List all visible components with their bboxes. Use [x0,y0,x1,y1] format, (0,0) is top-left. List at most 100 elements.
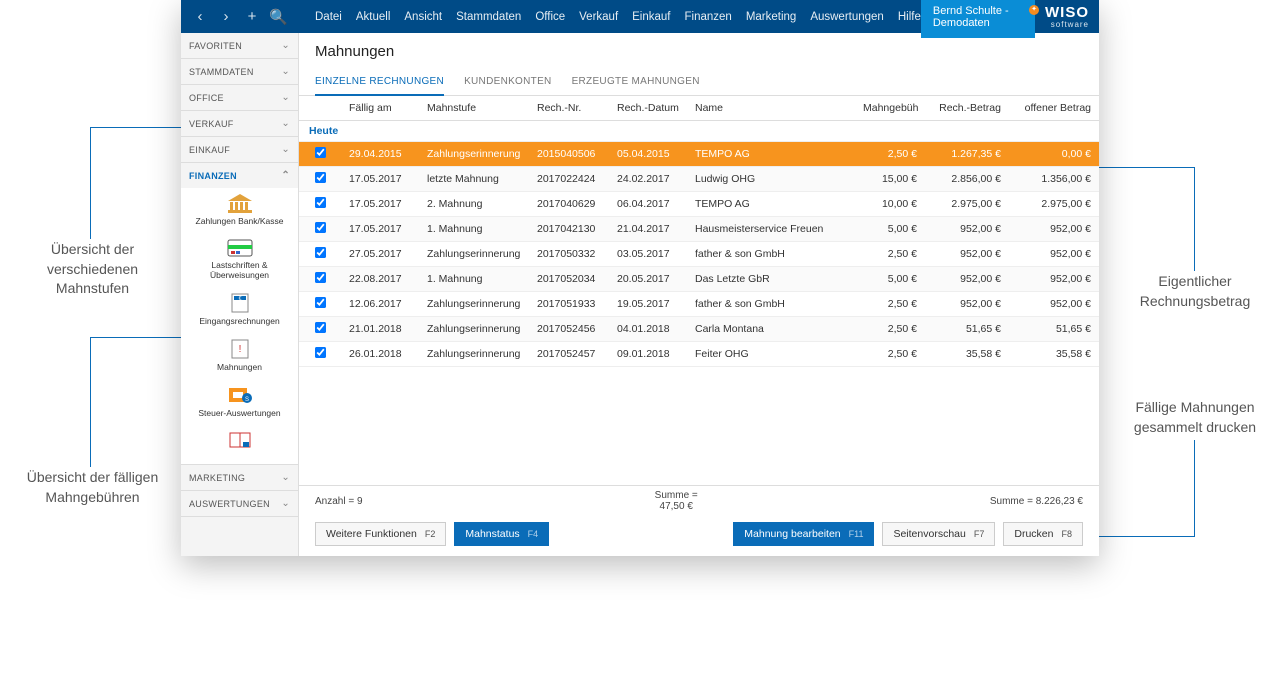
col-rechnr[interactable]: Rech.-Nr. [529,96,609,121]
row-checkbox[interactable] [314,197,325,208]
card-icon [226,238,254,258]
table-row[interactable]: 12.06.2017Zahlungserinnerung201705193319… [299,292,1099,317]
sidebar-item-extra[interactable] [181,426,298,458]
invoice-in-icon: € [228,292,252,314]
col-faellig[interactable]: Fällig am [341,96,419,121]
sidebar-item-lastschriften[interactable]: Lastschriften & Überweisungen [181,234,298,286]
sidebar-group-finanzen[interactable]: FINANZEN⌃ [181,163,298,188]
table-row[interactable]: 26.01.2018Zahlungserinnerung201705245709… [299,342,1099,367]
nav-forward-icon[interactable]: › [217,8,235,26]
sidebar-group-office[interactable]: OFFICE⌄ [181,85,298,110]
chevron-down-icon: ⌄ [281,144,290,155]
col-checkbox[interactable] [299,96,341,121]
sidebar-group-auswertungen[interactable]: AUSWERTUNGEN⌄ [181,491,298,516]
sidebar-group-marketing[interactable]: MARKETING⌄ [181,465,298,490]
tab-kundenkonten[interactable]: KUNDENKONTEN [464,70,552,95]
sidebar-group-verkauf[interactable]: VERKAUF⌄ [181,111,298,136]
svg-text:!: ! [238,344,241,355]
col-mahnstufe[interactable]: Mahnstufe [419,96,529,121]
sidebar-item-steuer[interactable]: S Steuer-Auswertungen [181,380,298,424]
seitenvorschau-button[interactable]: SeitenvorschauF7 [882,522,995,546]
svg-text:S: S [244,397,248,403]
row-checkbox[interactable] [314,297,325,308]
annotation-mahnstufen: Übersicht der verschiedenen Mahnstufen [10,240,175,299]
annotation-mahngebuehren: Übersicht der fälligen Mahngebühren [10,468,175,507]
menu-item[interactable]: Marketing [746,11,797,23]
sidebar-group-einkauf[interactable]: EINKAUF⌄ [181,137,298,162]
bank-icon [226,192,254,214]
sidebar: FAVORITEN⌄ STAMMDATEN⌄ OFFICE⌄ VERKAUF⌄ … [181,33,299,556]
row-checkbox[interactable] [314,222,325,233]
menu-item[interactable]: Stammdaten [456,11,521,23]
app-window: ‹ › + 🔍 Datei Aktuell Ansicht Stammdaten… [181,0,1099,556]
menu-item[interactable]: Ansicht [404,11,442,23]
count-label: Anzahl = 9 [315,496,363,507]
row-checkbox[interactable] [314,272,325,283]
menu-item[interactable]: Finanzen [685,11,732,23]
nav-back-icon[interactable]: ‹ [191,8,209,26]
table-row[interactable]: 17.05.2017letzte Mahnung201702242424.02.… [299,167,1099,192]
sum-offen: Summe = 8.226,23 € [990,496,1083,507]
main-content: Mahnungen EINZELNE RECHNUNGEN KUNDENKONT… [299,33,1099,556]
tab-erzeugte-mahnungen[interactable]: ERZEUGTE MAHNUNGEN [572,70,700,95]
svg-text:€: € [238,296,241,302]
row-checkbox[interactable] [314,347,325,358]
page-title: Mahnungen [299,33,1099,66]
table-row[interactable]: 27.05.2017Zahlungserinnerung201705033203… [299,242,1099,267]
tab-einzelne-rechnungen[interactable]: EINZELNE RECHNUNGEN [315,70,444,96]
menu-item[interactable]: Aktuell [356,11,391,23]
menu-item[interactable]: Hilfe [898,11,921,23]
menu-item[interactable]: Einkauf [632,11,670,23]
table-row[interactable]: 29.04.2015Zahlungserinnerung201504050605… [299,142,1099,167]
chevron-down-icon: ⌄ [281,66,290,77]
nav-search-icon[interactable]: 🔍 [269,8,287,26]
tax-icon: S [227,384,253,406]
sidebar-group-favoriten[interactable]: FAVORITEN⌄ [181,33,298,58]
col-offener-betrag[interactable]: offener Betrag [1009,96,1099,121]
menu-item[interactable]: Datei [315,11,342,23]
menu-item[interactable]: Office [535,11,565,23]
row-checkbox[interactable] [314,147,325,158]
table-row[interactable]: 17.05.20172. Mahnung201704062906.04.2017… [299,192,1099,217]
chevron-down-icon: ⌄ [281,118,290,129]
brand-logo: ✦ WISO software [1035,1,1099,33]
col-name[interactable]: Name [687,96,855,121]
menubar: Datei Aktuell Ansicht Stammdaten Office … [297,11,921,23]
tabs: EINZELNE RECHNUNGEN KUNDENKONTEN ERZEUGT… [299,66,1099,96]
table-row[interactable]: 17.05.20171. Mahnung201704213021.04.2017… [299,217,1099,242]
col-rechbetrag[interactable]: Rech.-Betrag [925,96,1009,121]
table-row[interactable]: 21.01.2018Zahlungserinnerung201705245604… [299,317,1099,342]
chevron-down-icon: ⌄ [281,472,290,483]
reminder-icon: ! [228,338,252,360]
drucken-button[interactable]: DruckenF8 [1003,522,1083,546]
sidebar-group-stammdaten[interactable]: STAMMDATEN⌄ [181,59,298,84]
row-checkbox[interactable] [314,322,325,333]
action-bar: Weitere FunktionenF2 MahnstatusF4 Mahnun… [299,514,1099,556]
book-icon [227,430,253,450]
chevron-down-icon: ⌄ [281,40,290,51]
sidebar-item-eingangsrechnungen[interactable]: € Eingangsrechnungen [181,288,298,332]
table-header-row: Fällig am Mahnstufe Rech.-Nr. Rech.-Datu… [299,96,1099,121]
col-rechdatum[interactable]: Rech.-Datum [609,96,687,121]
weitere-funktionen-button[interactable]: Weitere FunktionenF2 [315,522,446,546]
chevron-down-icon: ⌄ [281,498,290,509]
mahnung-bearbeiten-button[interactable]: Mahnung bearbeitenF11 [733,522,874,546]
user-chip[interactable]: Bernd Schulte - Demodaten [921,0,1035,38]
row-checkbox[interactable] [314,247,325,258]
sidebar-item-mahnungen[interactable]: ! Mahnungen [181,334,298,378]
menu-item[interactable]: Verkauf [579,11,618,23]
titlebar: ‹ › + 🔍 Datei Aktuell Ansicht Stammdaten… [181,0,1099,33]
table-row[interactable]: 22.08.20171. Mahnung201705203420.05.2017… [299,267,1099,292]
sidebar-item-zahlungen[interactable]: Zahlungen Bank/Kasse [181,188,298,232]
mahnstatus-button[interactable]: MahnstatusF4 [454,522,549,546]
annotation-rechnungsbetrag: Eigentlicher Rechnungsbetrag [1120,272,1270,311]
chevron-up-icon: ⌃ [281,170,290,181]
data-grid[interactable]: Fällig am Mahnstufe Rech.-Nr. Rech.-Datu… [299,96,1099,485]
sum-gebuehren: Summe =47,50 € [655,490,698,512]
row-checkbox[interactable] [314,172,325,183]
nav-add-icon[interactable]: + [243,8,261,26]
group-row[interactable]: Heute [299,121,1099,142]
annotation-drucken: Fällige Mahnungen gesammelt drucken [1120,398,1270,437]
menu-item[interactable]: Auswertungen [810,11,884,23]
col-mahngebuehr[interactable]: Mahngebüh [855,96,925,121]
